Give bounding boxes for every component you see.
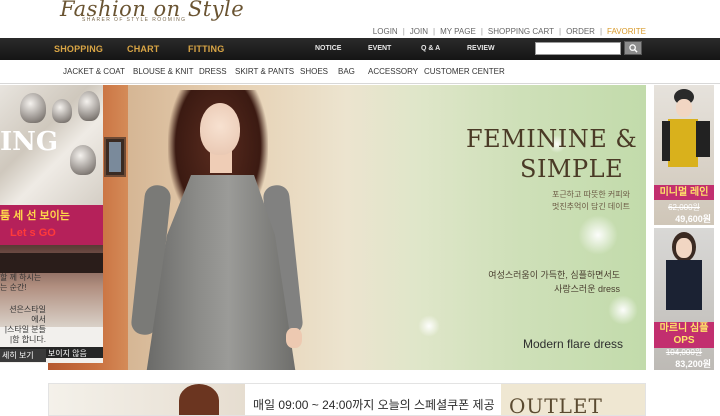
category-customer-center[interactable]: CUSTOMER CENTER (424, 67, 505, 76)
order-link[interactable]: ORDER (566, 27, 595, 36)
nav-fitting[interactable]: FITTING (188, 44, 224, 54)
main-banner[interactable]: FEMININE & SIMPLE 포근하고 따뜻한 커피와 멋진추억이 담긴 … (48, 85, 646, 370)
left-side-line: 에서 (31, 315, 46, 324)
left-side-line: |스타일 분들 (4, 325, 46, 334)
product-name: 마르니 심플 OPS (654, 322, 714, 348)
cupcake-image (70, 145, 96, 175)
outlet-label: OUTLET (509, 394, 603, 416)
right-product-card[interactable]: 마르니 심플 OPS 104,000원 83,200원 (654, 228, 714, 370)
left-side-line: 할 께 하시는 (0, 273, 42, 282)
promo-pink-line2: Let s GO (10, 227, 56, 239)
category-jacket-coat[interactable]: JACKET & COAT (63, 67, 125, 76)
nav-shopping[interactable]: SHOPPING (54, 44, 103, 54)
promo-headline: ING (0, 127, 59, 157)
favorite-link[interactable]: FAVORITE (607, 27, 646, 36)
outlet-banner[interactable]: OUTLET (501, 384, 645, 416)
cupcake-image (52, 99, 72, 123)
left-side-text-2: 션은스타일 에서 |스타일 분들 |함 합니다. (0, 305, 48, 345)
nav-review[interactable]: REVIEW (467, 45, 495, 52)
category-skirt-pants[interactable]: SKIRT & PANTS (235, 67, 294, 76)
banner-product-name: Modern flare dress (523, 337, 624, 351)
promo-pink-line1: 툼 세 선 보이는 (0, 210, 70, 222)
product-dress-image (666, 260, 702, 310)
search-icon (628, 43, 638, 53)
product-bag (696, 121, 710, 157)
banner-copy-line1: 여성스러움이 가득한, 심플하면서도 (488, 270, 620, 280)
search-button[interactable] (624, 41, 642, 55)
left-side-line: 는 순간! (0, 283, 27, 292)
left-side-more-button[interactable]: 세히 보기 (0, 349, 46, 362)
banner-subtitle-line1: 포근하고 따뜻한 커피와 (551, 190, 630, 199)
right-product-card[interactable]: 미니멀 레인 62,000원 49,600원 (654, 85, 714, 225)
banner-frame-image (104, 137, 126, 177)
nav-separator: | (480, 27, 483, 36)
banner-subtitle-line2: 멋진추억이 담긴 데이트 (551, 202, 630, 211)
banner-title-line1: FEMININE & (466, 125, 638, 153)
login-link[interactable]: LOGIN (373, 27, 398, 36)
cupcake-image (20, 93, 46, 123)
category-bag[interactable]: BAG (338, 67, 355, 76)
product-arm (662, 121, 670, 161)
shopping-cart-link[interactable]: SHOPPING CART (488, 27, 554, 36)
nav-separator: | (402, 27, 405, 36)
bokeh-light (578, 215, 618, 255)
product-dress-image (668, 119, 698, 167)
product-name: 미니멀 레인 (654, 185, 714, 200)
left-side-text: 할 께 하시는 는 순간! (0, 273, 48, 293)
cupcake-image (78, 91, 100, 121)
bottom-promo-strip[interactable]: 매일 09:00 ~ 24:00까지 오늘의 스페셜쿠폰 제공 OUTLET (48, 383, 646, 416)
model-face (200, 103, 240, 155)
nav-separator: | (558, 27, 562, 36)
product-new-price: 83,200원 (675, 359, 711, 369)
left-side-line: |함 합니다. (10, 335, 46, 344)
special-coupon-notice: 매일 09:00 ~ 24:00까지 오늘의 스페셜쿠폰 제공 (253, 398, 495, 412)
top-utility-nav: LOGIN | JOIN | MY PAGE | SHOPPING CART | ORD… (373, 27, 646, 36)
nav-qna[interactable]: Q & A (421, 45, 440, 52)
join-link[interactable]: JOIN (410, 27, 428, 36)
category-shoes[interactable]: SHOES (300, 67, 328, 76)
category-dress[interactable]: DRESS (199, 67, 227, 76)
logo-tagline: SHARER OF STYLE ROOMING (82, 17, 187, 23)
bokeh-light (418, 315, 440, 337)
nav-event[interactable]: EVENT (368, 45, 391, 52)
my-page-link[interactable]: MY PAGE (440, 27, 476, 36)
banner-copy: 여성스러움이 가득한, 심플하면서도 사랑스러운 dress (488, 268, 620, 296)
product-face (676, 238, 692, 258)
nav-notice[interactable]: NOTICE (315, 45, 341, 52)
product-name-line1: 마르니 심플 (659, 323, 709, 334)
product-face (676, 99, 692, 117)
category-accessory[interactable]: ACCESSORY (368, 67, 418, 76)
category-blouse-knit[interactable]: BLOUSE & KNIT (133, 67, 193, 76)
nav-chart[interactable]: CHART (127, 44, 160, 54)
model-hand (286, 328, 302, 348)
bottom-promo-image (49, 384, 245, 415)
product-new-price: 49,600원 (675, 214, 711, 224)
product-name-line2: OPS (673, 335, 695, 346)
left-side-line: 션은스타일 (9, 305, 46, 314)
search-input[interactable] (535, 42, 621, 55)
site-logo[interactable]: Fashion on Style SHARER OF STYLE ROOMING (60, 0, 244, 27)
promo-pink-band: 툼 세 선 보이는 Let s GO (0, 205, 103, 245)
banner-copy-line2: 사랑스러운 dress (554, 284, 620, 294)
banner-title-line2: SIMPLE (520, 155, 624, 183)
promo-photo-collage: ING (0, 85, 103, 205)
bokeh-light (608, 295, 638, 325)
nav-separator: | (599, 27, 603, 36)
nav-separator: | (433, 27, 436, 36)
category-bar: JACKET & COAT BLOUSE & KNIT DRESS SKIRT … (0, 60, 720, 84)
banner-subtitle: 포근하고 따뜻한 커피와 멋진추억이 담긴 데이트 (526, 189, 630, 213)
